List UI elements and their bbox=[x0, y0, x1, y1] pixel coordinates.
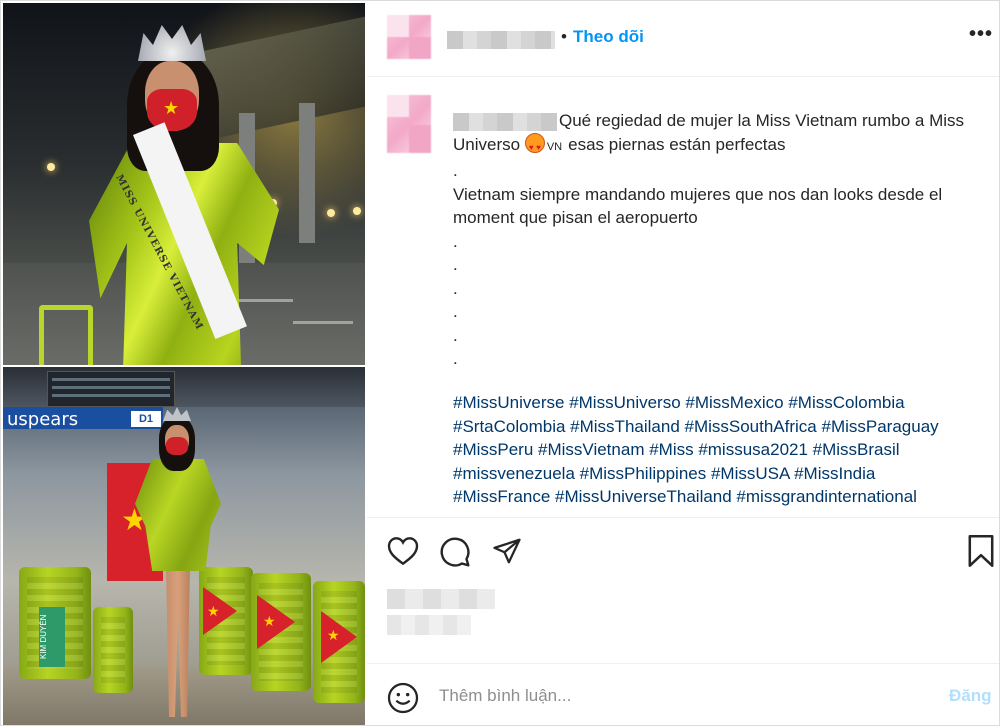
suitcase bbox=[93, 607, 133, 693]
caption-line: . bbox=[453, 302, 458, 321]
board-row bbox=[52, 378, 170, 381]
caption-text: esas piernas están perfectas bbox=[568, 134, 786, 154]
suitcase: ★ bbox=[313, 581, 365, 703]
photo-collage-bottom: uspears D1 ★ KIM DUYÊN ★ ★ ★ bbox=[3, 367, 365, 725]
board-row bbox=[52, 386, 170, 389]
vn-flag-icon: VN bbox=[546, 140, 563, 153]
caption-avatar[interactable] bbox=[387, 95, 431, 153]
hashtag-block: #MissUniverse #MissUniverso #MissMexico … bbox=[453, 391, 993, 509]
heart-eyes-emoji-icon bbox=[524, 132, 545, 159]
action-bar bbox=[367, 517, 999, 583]
date-pixels bbox=[387, 615, 471, 635]
post-caption: Qué regiedad de mujer la Miss Vietnam ru… bbox=[453, 109, 993, 371]
caption-line: . bbox=[453, 278, 458, 298]
star-icon: ★ bbox=[263, 613, 276, 629]
caption-line: Vietnam siempre mandando mujeres que nos… bbox=[453, 184, 943, 204]
hashtag-line[interactable]: #MissUniverse #MissUniverso #MissMexico … bbox=[453, 391, 993, 415]
star-icon: ★ bbox=[163, 98, 180, 118]
suitcase-ribs bbox=[101, 617, 125, 683]
caption-line: moment que pisan el aeropuerto bbox=[453, 208, 698, 227]
comment-bubble-icon[interactable] bbox=[439, 536, 471, 568]
avatar-pixel bbox=[409, 37, 431, 59]
caption-line: . bbox=[453, 325, 458, 345]
light bbox=[353, 207, 361, 215]
separator-dot: • bbox=[561, 27, 567, 46]
star-icon: ★ bbox=[207, 603, 220, 619]
avatar-pixel bbox=[387, 95, 409, 117]
suitcase: ★ bbox=[251, 573, 311, 691]
comment-input[interactable]: Thêm bình luận... bbox=[439, 686, 571, 706]
board-row bbox=[52, 394, 170, 397]
airport-sign-text: uspears bbox=[7, 409, 79, 430]
hashtag-line[interactable]: #MissPeru #MissVietnam #Miss #missusa202… bbox=[453, 438, 993, 462]
caption-line: . bbox=[453, 231, 458, 251]
post-comment-button[interactable]: Đăng bbox=[949, 686, 992, 706]
star-icon: ★ bbox=[327, 627, 340, 643]
crown-icon bbox=[138, 25, 206, 61]
comment-bar: Thêm bình luận... Đăng bbox=[367, 663, 999, 726]
suitcase-handle bbox=[39, 305, 93, 365]
avatar-pixel bbox=[387, 15, 409, 37]
follow-button[interactable]: Theo dõi bbox=[573, 27, 644, 47]
avatar-pixel bbox=[409, 125, 431, 153]
avatar[interactable] bbox=[387, 15, 431, 59]
flight-board bbox=[47, 371, 175, 407]
light bbox=[327, 209, 335, 217]
caption-line: . bbox=[453, 161, 458, 180]
hashtag-line[interactable]: #MissFrance #MissUniverseThailand #missg… bbox=[453, 485, 993, 509]
post-photo[interactable]: ★ MISS UNIVERSE VIETNAM uspears D1 ★ KIM… bbox=[3, 3, 365, 725]
post-side-panel: • Theo dõi ••• Qué regiedad de mujer la … bbox=[367, 1, 999, 726]
likes-pixels bbox=[387, 589, 495, 609]
caption-line: Qué regiedad de mujer la Miss Vietnam ru… bbox=[559, 111, 965, 130]
suitcase: KIM DUYÊN bbox=[19, 567, 91, 679]
username[interactable] bbox=[447, 31, 555, 49]
crown-icon bbox=[163, 407, 191, 421]
heart-outline-icon[interactable] bbox=[387, 536, 419, 566]
lane-marking bbox=[293, 321, 353, 324]
suitcase: ★ bbox=[199, 567, 253, 675]
caption-line: Universo VN esas piernas están perfectas bbox=[453, 132, 993, 159]
post-frame: ★ MISS UNIVERSE VIETNAM uspears D1 ★ KIM… bbox=[0, 0, 1000, 726]
light bbox=[47, 163, 55, 171]
photo-collage-top: ★ MISS UNIVERSE VIETNAM bbox=[3, 3, 365, 365]
more-options-icon[interactable]: ••• bbox=[969, 23, 993, 46]
luggage-tag: KIM DUYÊN bbox=[39, 607, 65, 667]
post-header: • Theo dõi ••• bbox=[367, 1, 999, 77]
pillar bbox=[299, 103, 315, 243]
hashtag-line[interactable]: #missvenezuela #MissPhilippines #MissUSA… bbox=[453, 462, 993, 486]
likes-count[interactable] bbox=[387, 589, 495, 639]
vietnam-flag-mask bbox=[166, 437, 188, 455]
caption-line: . bbox=[453, 255, 458, 274]
share-paper-plane-icon[interactable] bbox=[491, 536, 523, 566]
bookmark-icon[interactable] bbox=[967, 534, 995, 568]
hashtag-line[interactable]: #SrtaColombia #MissThailand #MissSouthAf… bbox=[453, 415, 993, 439]
smiley-icon[interactable] bbox=[387, 682, 419, 714]
gate-sign: D1 bbox=[131, 411, 161, 427]
caption-line: . bbox=[453, 349, 458, 368]
caption-word: Universo bbox=[453, 134, 521, 154]
